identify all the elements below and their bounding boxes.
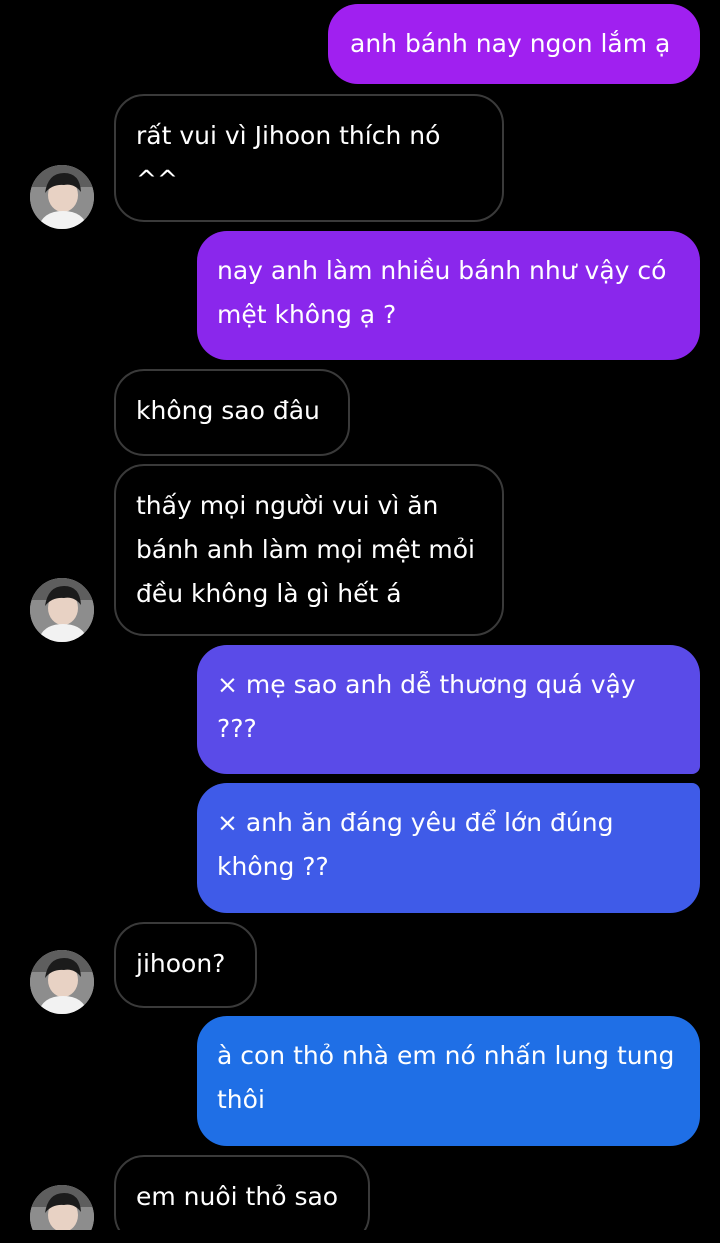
outgoing-message-bubble[interactable]: × anh ăn đáng yêu để lớn đúng không ?? bbox=[197, 783, 700, 913]
outgoing-message-bubble[interactable]: nay anh làm nhiều bánh như vậy có mệt kh… bbox=[197, 231, 700, 360]
incoming-message-bubble[interactable]: jihoon? bbox=[114, 922, 257, 1008]
contact-avatar[interactable] bbox=[30, 578, 94, 642]
contact-avatar[interactable] bbox=[30, 165, 94, 229]
bottom-edge bbox=[0, 1230, 720, 1243]
incoming-message-bubble[interactable]: thấy mọi người vui vì ăn bánh anh làm mọ… bbox=[114, 464, 504, 636]
contact-avatar[interactable] bbox=[30, 1185, 94, 1230]
avatar-photo-icon bbox=[30, 165, 94, 229]
outgoing-message-bubble[interactable]: à con thỏ nhà em nó nhấn lung tung thôi bbox=[197, 1016, 700, 1146]
incoming-message-bubble[interactable]: rất vui vì Jihoon thích nó ^^ bbox=[114, 94, 504, 222]
avatar-photo-icon bbox=[30, 1185, 94, 1230]
outgoing-message-bubble[interactable]: anh bánh nay ngon lắm ạ bbox=[328, 4, 700, 84]
contact-avatar[interactable] bbox=[30, 950, 94, 1014]
outgoing-message-bubble[interactable]: × mẹ sao anh dễ thương quá vậy ??? bbox=[197, 645, 700, 774]
avatar-photo-icon bbox=[30, 578, 94, 642]
avatar-photo-icon bbox=[30, 950, 94, 1014]
incoming-message-bubble[interactable]: không sao đâu bbox=[114, 369, 350, 456]
incoming-message-bubble[interactable]: em nuôi thỏ sao bbox=[114, 1155, 370, 1230]
chat-thread[interactable]: anh bánh nay ngon lắm ạ rất vui vì Jihoo… bbox=[0, 0, 720, 1230]
